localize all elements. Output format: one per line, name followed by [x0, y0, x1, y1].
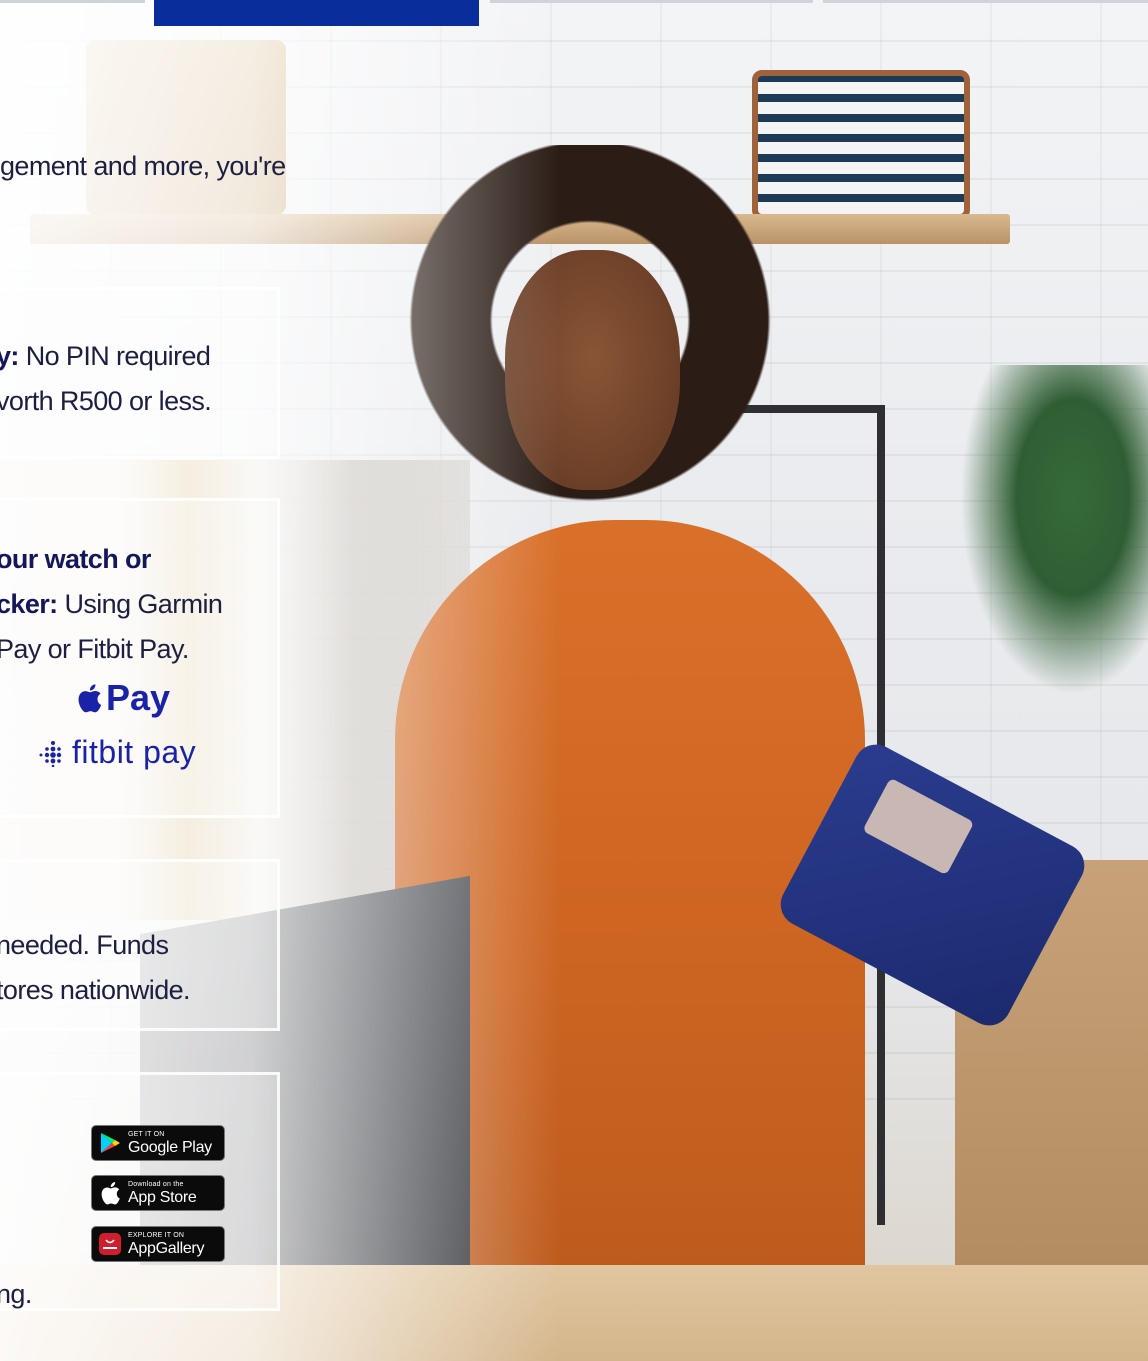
wearable-bold-1: our watch or — [0, 544, 151, 574]
apple-pay-label: Pay — [106, 677, 171, 718]
wearable-line-2-text: Using Garmin — [57, 589, 223, 619]
app-store-badge[interactable]: Download on the App Store — [91, 1175, 225, 1211]
fitbit-icon — [39, 740, 62, 767]
apple-badge-small: Download on the — [128, 1180, 184, 1188]
wearable-line-1: our watch or — [0, 537, 151, 582]
tab-indicator[interactable] — [0, 0, 145, 3]
apple-icon — [78, 684, 102, 713]
pin-bold: y: — [0, 341, 19, 371]
wearable-line-2: cker: Using Garmin — [0, 582, 223, 627]
google-play-icon — [101, 1133, 120, 1153]
plant — [960, 365, 1148, 695]
app-gallery-badge[interactable]: EXPLORE IT ON AppGallery — [91, 1226, 225, 1262]
google-badge-small: GET IT ON — [128, 1130, 165, 1138]
fitbit-pay-logo: fitbit pay — [36, 734, 196, 771]
apple-badge-text: Download on the App Store — [128, 1180, 197, 1206]
huawei-badge-text: EXPLORE IT ON AppGallery — [128, 1232, 204, 1257]
google-badge-text: GET IT ON Google Play — [128, 1131, 212, 1156]
tab-indicator[interactable] — [823, 0, 1148, 3]
feature-card-pin: y: No PIN required vorth R500 or less. — [0, 287, 280, 459]
apple-store-icon — [101, 1181, 120, 1205]
google-play-badge[interactable]: GET IT ON Google Play — [91, 1125, 225, 1161]
apps-footer-text: ng. — [0, 1279, 32, 1309]
wearable-line-3: Pay or Fitbit Pay. — [0, 634, 189, 664]
funds-line-2: tores nationwide. — [0, 975, 191, 1005]
huawei-icon — [99, 1233, 121, 1255]
apple-badge-large: App Store — [128, 1188, 197, 1206]
funds-line-1: needed. Funds — [0, 930, 169, 960]
feature-card-funds: needed. Funds tores nationwide. — [0, 859, 280, 1031]
fitbit-pay-label: fitbit pay — [72, 734, 197, 770]
striped-handbag — [752, 70, 970, 220]
pin-line-1-text: No PIN required — [18, 341, 211, 371]
huawei-badge-small: EXPLORE IT ON — [128, 1231, 185, 1239]
feature-card-apps: GET IT ON Google Play Download on the Ap… — [0, 1072, 280, 1311]
google-badge-large: Google Play — [128, 1138, 212, 1156]
wearable-bold-2: cker: — [0, 589, 58, 619]
apple-pay-logo: Pay — [76, 677, 170, 719]
tab-indicator[interactable] — [490, 0, 813, 3]
pin-line-2: vorth R500 or less. — [0, 386, 212, 416]
huawei-badge-large: AppGallery — [128, 1239, 205, 1257]
feature-card-wearable: our watch or cker: Using Garmin Pay or F… — [0, 498, 280, 818]
intro-text: gement and more, you're — [0, 151, 286, 181]
tab-indicator-active[interactable] — [154, 0, 479, 26]
pin-line-1: y: No PIN required — [0, 334, 211, 379]
